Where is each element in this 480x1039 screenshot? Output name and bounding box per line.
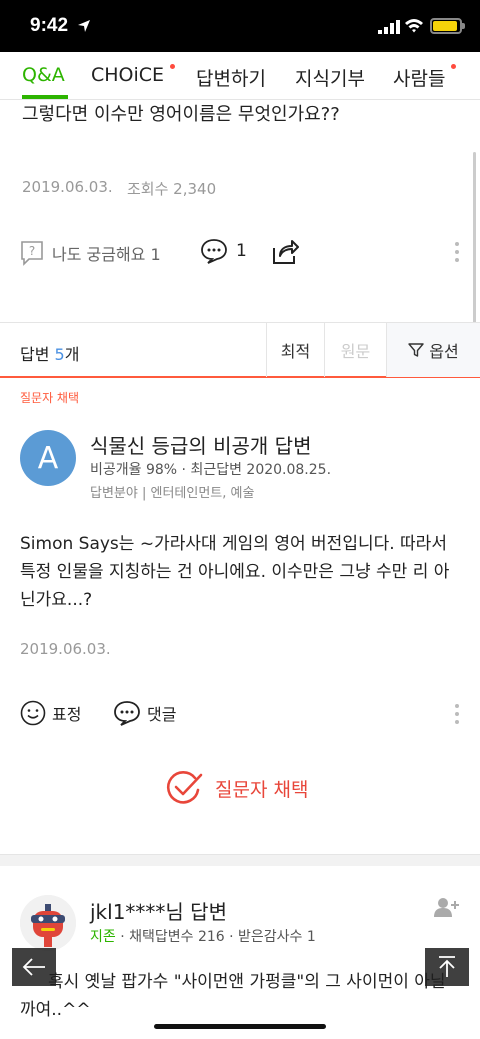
smiley-icon (20, 700, 46, 726)
active-tab-underline (22, 95, 68, 99)
tab-answer[interactable]: 답변하기 (196, 64, 266, 91)
sort-options-button[interactable]: 옵션 (386, 323, 480, 377)
question-bubble-icon: ? (21, 241, 43, 266)
avatar[interactable] (20, 895, 76, 951)
scrollbar[interactable] (473, 152, 476, 324)
answers-count-number: 5 (54, 345, 65, 364)
question-views: 조회수 2,340 (127, 180, 217, 198)
chosen-answer-badge: 질문자 채택 (20, 391, 80, 405)
answers-suffix: 개 (64, 345, 80, 364)
arrow-up-icon (439, 956, 455, 977)
battery-icon (430, 18, 465, 34)
filter-icon (408, 343, 424, 357)
back-button[interactable] (12, 948, 56, 986)
tab-choice[interactable]: CHOiCE (91, 64, 164, 86)
signal-icon (378, 20, 400, 34)
answer-comment-label: 댓글 (147, 705, 177, 724)
wifi-icon (405, 19, 423, 33)
answer-body: 혹시 옛날 팝가수 "사이먼앤 가펑클"의 그 사이먼이 아닐까여..^^ (20, 968, 460, 1024)
home-indicator (154, 1024, 326, 1029)
comment-bubble-icon (201, 239, 227, 264)
answerer-stats: 지존 · 채택답변수 216 · 받은감사수 1 (90, 926, 316, 946)
scroll-to-top-button[interactable] (425, 948, 469, 986)
curious-label: 나도 궁금해요 1 (52, 245, 161, 264)
answers-prefix: 답변 (20, 345, 55, 364)
answerer-level: 지존 (90, 929, 116, 945)
sort-original-button[interactable]: 원문 (324, 323, 386, 377)
answer-comment-button[interactable]: 댓글 (113, 700, 176, 726)
top-tab-bar: Q&A CHOiCE 답변하기 지식기부 사람들 (0, 52, 480, 100)
tab-people-new-dot (451, 64, 456, 69)
answers-sort-bar: 답변 5개 최적 원문 옵션 (0, 322, 480, 378)
answers-count: 답변 5개 (20, 341, 79, 365)
answerer-name[interactable]: jkl1****님 답변 (90, 896, 227, 925)
curious-button[interactable]: ? 나도 궁금해요 1 (20, 238, 161, 268)
answer-body: Simon Says는 ~가라사대 게임의 영어 버전입니다. 따라서 특정 인… (20, 534, 450, 610)
svg-text:?: ? (29, 244, 35, 258)
filter-label: 옵션 (429, 342, 459, 361)
answerer-field: 답변분야 | 엔터테인먼트, 예술 (90, 486, 255, 501)
status-time: 9:42 (30, 15, 69, 36)
answerer-stats-text: · 채택답변수 216 · 받은감사수 1 (115, 929, 316, 945)
answer-more-icon[interactable] (455, 704, 459, 728)
answerer-stats: 비공개율 98% · 최근답변 2020.08.25. (90, 462, 332, 478)
tab-choice-new-dot (170, 64, 175, 69)
location-arrow-icon (78, 20, 90, 32)
choose-answer-button[interactable]: 질문자 채택 (165, 770, 308, 806)
question-date: 2019.06.03. (22, 178, 113, 196)
add-friend-icon[interactable] (434, 897, 460, 919)
question-text: 그렇다면 이수만 영어이름은 무엇인가요?? (22, 104, 340, 125)
reaction-label: 표정 (52, 705, 82, 724)
robot-avatar-icon (20, 895, 76, 951)
tab-people[interactable]: 사람들 (393, 64, 445, 91)
reaction-button[interactable]: 표정 (20, 700, 81, 726)
comment-count: 1 (236, 241, 247, 261)
share-icon[interactable] (270, 236, 300, 266)
status-bar: 9:42 (0, 0, 480, 52)
answerer-name[interactable]: 식물신 등급의 비공개 답변 (90, 430, 311, 459)
section-divider (0, 854, 480, 866)
question-more-icon[interactable] (455, 242, 459, 266)
avatar[interactable]: A (20, 430, 76, 486)
sort-best-button[interactable]: 최적 (266, 323, 324, 377)
check-circle-icon (166, 771, 203, 804)
choose-answer-label: 질문자 채택 (215, 778, 309, 801)
comment-bubble-icon (114, 701, 140, 726)
answer-body-text: 혹시 옛날 팝가수 "사이먼앤 가펑클"의 그 사이먼이 아닐까여..^^ (20, 972, 446, 1020)
tab-donate[interactable]: 지식기부 (295, 64, 365, 91)
comments-button[interactable]: 1 (200, 238, 247, 264)
tab-qa[interactable]: Q&A (22, 64, 65, 86)
arrow-left-icon (22, 958, 45, 976)
answer-date: 2019.06.03. (20, 640, 111, 658)
